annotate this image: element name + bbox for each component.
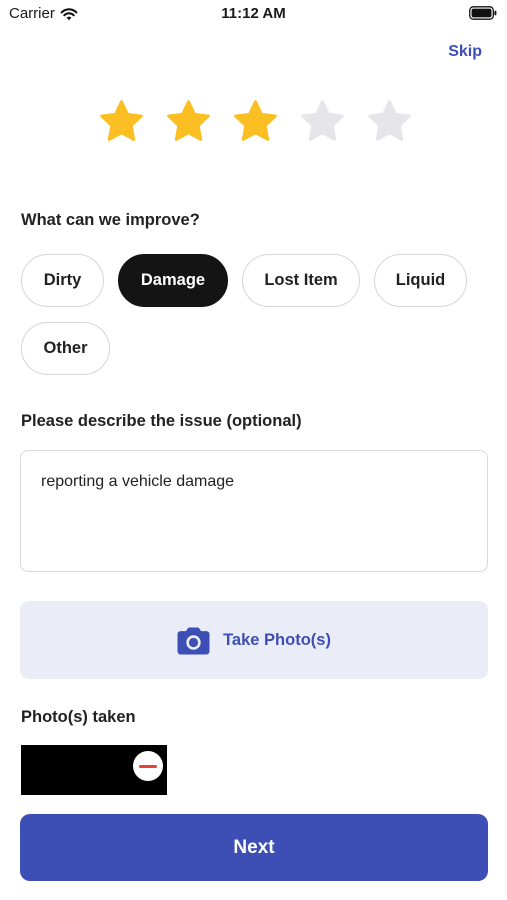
option-lost-item[interactable]: Lost Item (242, 254, 360, 307)
star-filled-icon[interactable] (232, 98, 279, 145)
description-text: reporting a vehicle damage (41, 473, 235, 490)
status-bar: Carrier 11:12 AM (0, 0, 507, 28)
improve-options: Dirty Damage Lost Item Liquid Other (21, 254, 491, 375)
option-damage[interactable]: Damage (118, 254, 228, 307)
photo-thumbnail[interactable] (21, 745, 167, 795)
photos-taken-label: Photo(s) taken (21, 708, 136, 726)
star-empty-icon[interactable] (366, 98, 413, 145)
improve-label: What can we improve? (21, 211, 200, 229)
take-photo-label: Take Photo(s) (223, 630, 331, 649)
star-filled-icon[interactable] (98, 98, 145, 145)
star-empty-icon[interactable] (299, 98, 346, 145)
battery-icon (469, 6, 497, 20)
take-photo-button[interactable]: Take Photo(s) (20, 601, 488, 679)
remove-icon (139, 764, 157, 768)
option-dirty[interactable]: Dirty (21, 254, 104, 307)
skip-button[interactable]: Skip (448, 43, 482, 61)
camera-icon (177, 627, 210, 654)
description-label: Please describe the issue (optional) (21, 412, 302, 430)
status-time: 11:12 AM (221, 5, 286, 22)
star-rating[interactable] (98, 98, 413, 145)
option-other[interactable]: Other (21, 322, 110, 375)
description-textarea[interactable]: reporting a vehicle damage (20, 450, 488, 572)
remove-photo-button[interactable] (133, 751, 163, 781)
option-liquid[interactable]: Liquid (374, 254, 467, 307)
next-button[interactable]: Next (20, 814, 488, 881)
star-filled-icon[interactable] (165, 98, 212, 145)
